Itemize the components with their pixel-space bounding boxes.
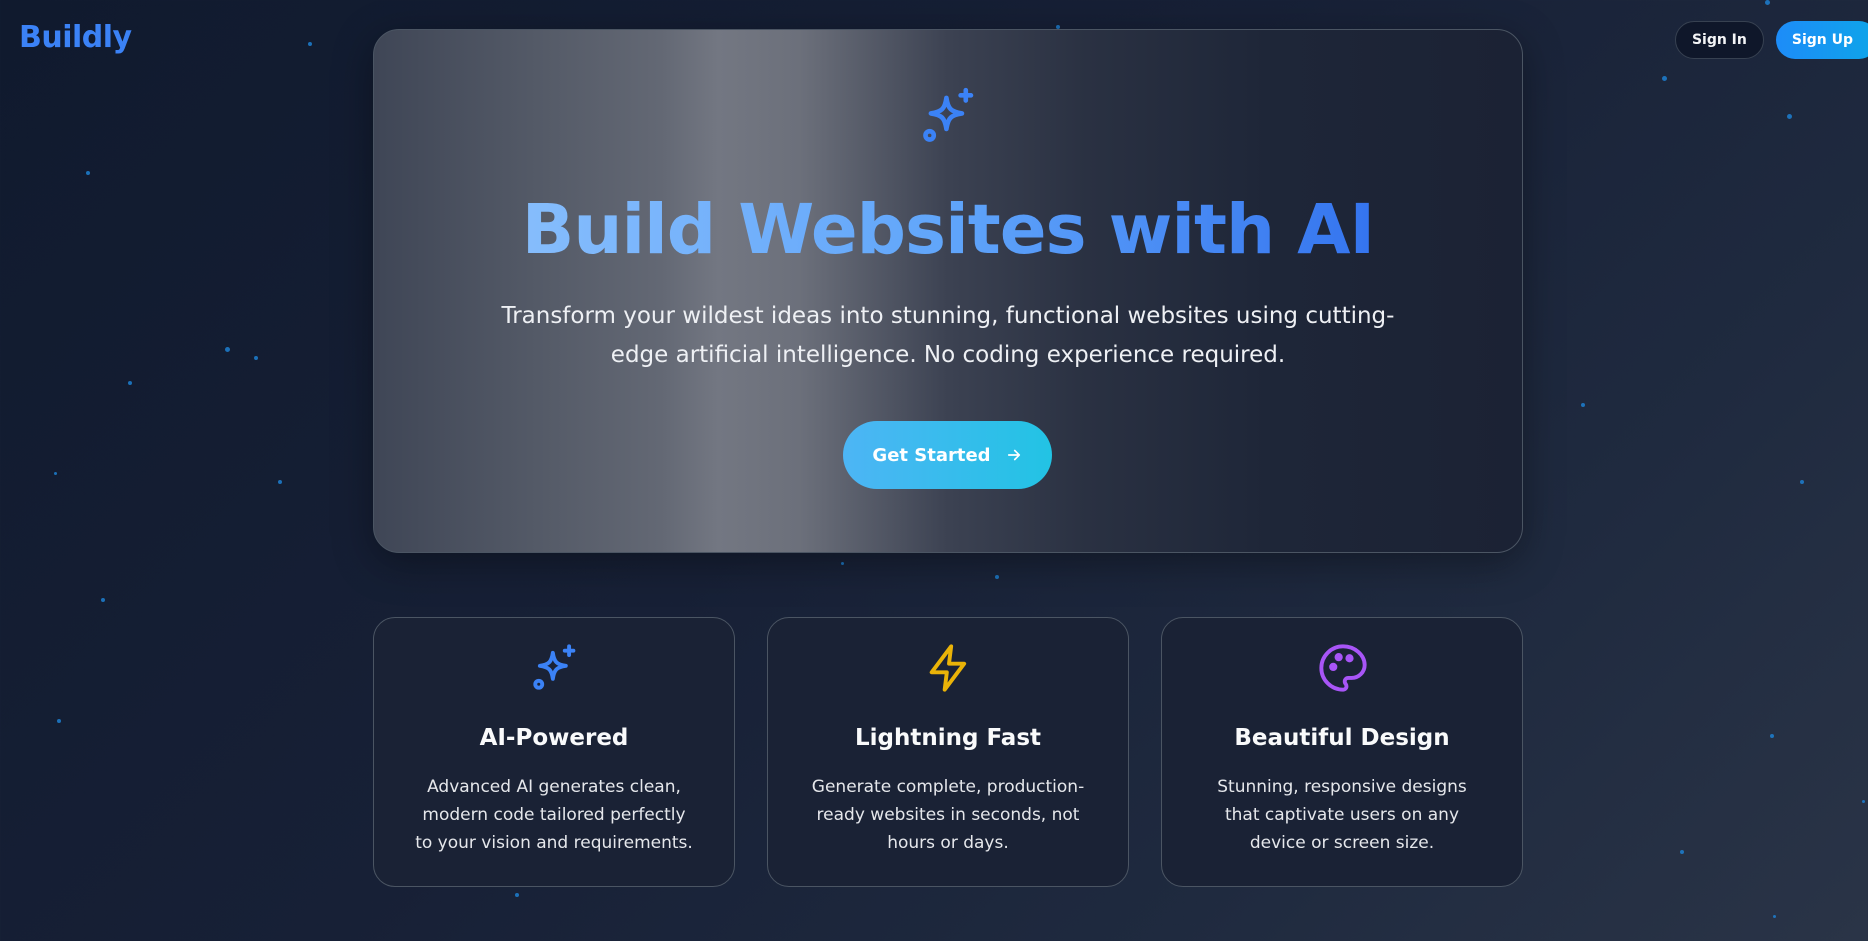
palette-icon	[1319, 644, 1367, 692]
hero-title: Build Websites with AI	[374, 190, 1522, 270]
feature-title: Beautiful Design	[1234, 725, 1450, 751]
feature-card-beautiful-design: Beautiful Design Stunning, responsive de…	[1161, 617, 1523, 887]
hero-card: Build Websites with AI Transform your wi…	[373, 29, 1523, 553]
sparkles-icon	[923, 87, 974, 142]
hero-subtitle: Transform your wildest ideas into stunni…	[501, 303, 1395, 368]
feature-description: Stunning, responsive designs that captiv…	[1217, 777, 1467, 853]
feature-title: AI-Powered	[479, 725, 629, 751]
logo[interactable]: Buildly	[19, 20, 132, 55]
arrow-right-icon	[1007, 449, 1020, 461]
sign-in-button[interactable]: Sign In	[1674, 21, 1764, 59]
feature-description: Advanced AI generates clean, modern code…	[415, 777, 693, 853]
header-actions: Sign In Sign Up	[1674, 21, 1868, 59]
get-started-button[interactable]: Get Started	[843, 421, 1052, 489]
feature-card-lightning-fast: Lightning Fast Generate complete, produc…	[767, 617, 1129, 887]
sign-up-button[interactable]: Sign Up	[1775, 21, 1868, 59]
lightning-icon	[929, 644, 967, 692]
feature-card-ai-powered: AI-Powered Advanced AI generates clean, …	[373, 617, 735, 887]
get-started-label: Get Started	[872, 444, 991, 466]
feature-description: Generate complete, production-ready webs…	[811, 777, 1085, 853]
feature-title: Lightning Fast	[854, 725, 1042, 751]
sparkles-icon	[533, 644, 576, 690]
